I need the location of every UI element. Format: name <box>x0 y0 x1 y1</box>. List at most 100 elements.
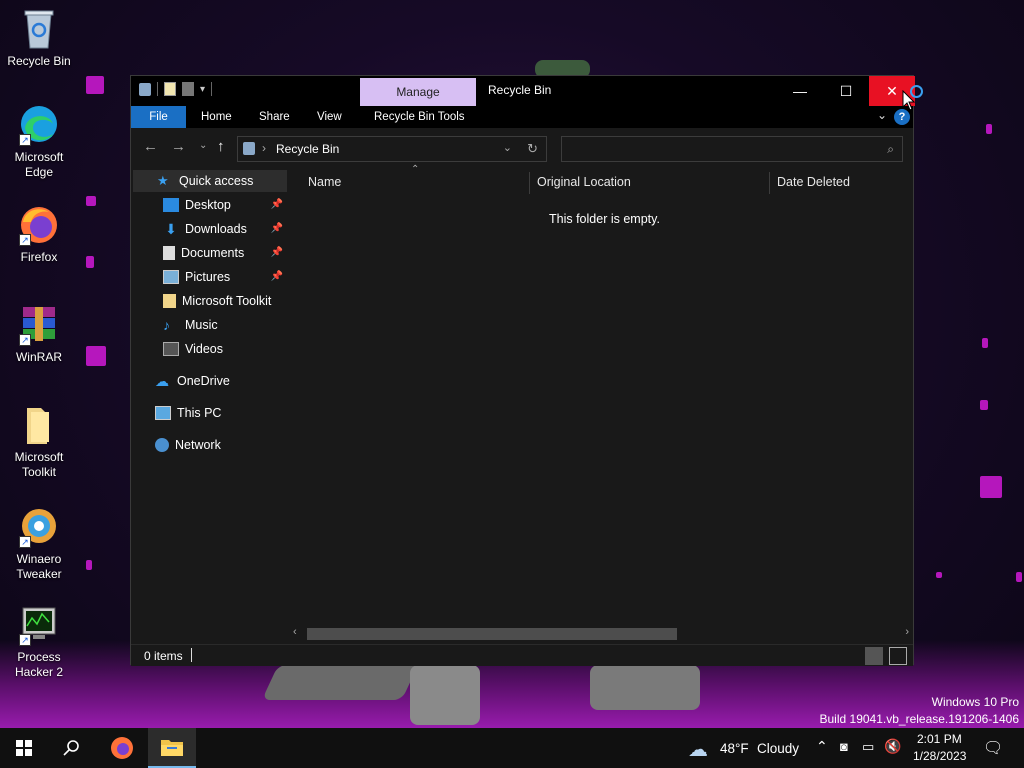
nav-label: Microsoft Toolkit <box>182 294 272 308</box>
manage-tab[interactable]: Manage <box>360 78 476 106</box>
start-button[interactable] <box>0 728 48 768</box>
pictures-icon <box>163 270 179 284</box>
clock-time[interactable]: 2:01 PM <box>917 732 962 746</box>
minimize-button[interactable]: — <box>777 76 823 106</box>
desktop-icon-label: Microsoft <box>14 450 64 464</box>
tab-file[interactable]: File <box>131 106 186 128</box>
show-hidden-icons-chevron-icon[interactable]: ⌃ <box>816 738 828 755</box>
clock-date[interactable]: 1/28/2023 <box>913 749 966 763</box>
taskbar-firefox[interactable] <box>98 728 146 768</box>
status-divider <box>191 648 192 662</box>
scroll-left-icon[interactable]: ‹ <box>293 626 297 638</box>
desktop-icon-microsoft-toolkit[interactable]: Microsoft Toolkit <box>4 404 74 480</box>
recycle-bin-mini-icon <box>243 142 255 155</box>
tab-share[interactable]: Share <box>251 106 298 128</box>
nav-network[interactable]: Network <box>133 434 287 456</box>
wallpaper-dot <box>86 256 94 268</box>
scroll-right-icon[interactable]: › <box>905 626 909 638</box>
recent-locations-chevron-icon[interactable]: ⌄ <box>199 140 207 151</box>
column-divider[interactable] <box>529 172 530 194</box>
column-divider[interactable] <box>769 172 770 194</box>
shortcut-arrow-icon: ↗ <box>19 234 31 246</box>
breadcrumb-chevron-icon[interactable]: › <box>262 141 266 155</box>
nav-quick-access[interactable]: ★ Quick access <box>133 170 287 192</box>
documents-icon <box>163 246 175 260</box>
details-view-icon[interactable] <box>865 647 883 665</box>
weather-cloud-icon[interactable]: ☁ <box>688 737 708 762</box>
nav-onedrive[interactable]: ☁ OneDrive <box>133 370 287 392</box>
nav-this-pc[interactable]: This PC <box>133 402 287 424</box>
search-button[interactable] <box>48 728 96 768</box>
wallpaper-robot-foot <box>261 665 419 700</box>
breadcrumb[interactable]: Recycle Bin <box>276 142 339 156</box>
desktop-icon-recycle-bin[interactable]: Recycle Bin <box>4 8 74 69</box>
nav-label: Downloads <box>185 222 247 236</box>
winrar-icon: ↗ <box>19 304 59 346</box>
search-box[interactable]: ⌕ <box>561 136 903 162</box>
expand-ribbon-icon[interactable]: ⌄ <box>877 108 887 122</box>
file-list[interactable]: Name ⌃ Original Location Date Deleted Th… <box>289 164 913 626</box>
customize-toolbar-icon[interactable]: ▾ <box>200 84 205 95</box>
wallpaper-dot <box>1016 572 1022 582</box>
desktop-icon-label: Microsoft <box>14 150 64 164</box>
search-icon: ⌕ <box>887 142 894 156</box>
item-count: 0 items <box>144 649 183 663</box>
search-input[interactable] <box>562 137 902 161</box>
refresh-icon[interactable]: ↻ <box>527 141 538 157</box>
desktop-icon-edge[interactable]: ↗ Microsoft Edge <box>4 104 74 180</box>
notification-center-icon[interactable]: 🗨 <box>983 738 1003 758</box>
address-field[interactable]: › Recycle Bin ⌄ ↻ <box>237 136 547 162</box>
weather-temperature[interactable]: 48°F <box>720 741 749 756</box>
nav-label: Desktop <box>185 198 231 212</box>
tab-recycle-bin-tools[interactable]: Recycle Bin Tools <box>366 106 473 128</box>
tab-view[interactable]: View <box>309 106 350 128</box>
desktop-icon-label: Winaero <box>16 552 62 566</box>
weather-condition[interactable]: Cloudy <box>757 741 799 756</box>
address-dropdown-icon[interactable]: ⌄ <box>503 141 512 154</box>
horizontal-scrollbar[interactable]: ‹ › <box>289 626 913 642</box>
wallpaper-dot <box>86 196 96 206</box>
volume-muted-icon[interactable]: 🔇 <box>884 738 901 755</box>
column-header-original-location[interactable]: Original Location <box>537 170 631 194</box>
new-folder-icon[interactable] <box>182 82 194 96</box>
network-status-icon[interactable]: ▭ <box>862 739 874 755</box>
scrollbar-thumb[interactable] <box>307 628 677 640</box>
folder-icon <box>163 294 176 308</box>
properties-icon[interactable] <box>164 82 176 96</box>
meet-now-icon[interactable]: ◙ <box>840 739 848 754</box>
nav-microsoft-toolkit[interactable]: Microsoft Toolkit <box>133 290 287 312</box>
up-arrow-icon[interactable]: ↑ <box>217 138 225 155</box>
taskbar-file-explorer[interactable] <box>148 728 196 768</box>
ribbon-tabs: File Home Share View Recycle Bin Tools ⌄… <box>131 106 913 128</box>
maximize-button[interactable]: ☐ <box>823 76 869 106</box>
nav-music[interactable]: ♪ Music <box>133 314 287 336</box>
nav-documents[interactable]: Documents 📌 <box>133 242 287 264</box>
wallpaper-dot <box>986 124 992 134</box>
pin-icon: 📌 <box>270 199 283 210</box>
column-header-date-deleted[interactable]: Date Deleted <box>777 170 850 194</box>
desktop-icon-process-hacker[interactable]: ↗ Process Hacker 2 <box>4 604 74 680</box>
busy-ring-icon <box>910 85 923 98</box>
desktop-icon-winrar[interactable]: ↗ WinRAR <box>4 304 74 365</box>
desktop-icon-winaero-tweaker[interactable]: ↗ Winaero Tweaker <box>4 506 74 582</box>
desktop-icon-firefox[interactable]: ↗ Firefox <box>4 204 74 265</box>
back-arrow-icon[interactable]: ← <box>143 138 158 155</box>
forward-arrow-icon[interactable]: → <box>171 138 186 155</box>
nav-videos[interactable]: Videos <box>133 338 287 360</box>
nav-desktop[interactable]: Desktop 📌 <box>133 194 287 216</box>
title-bar[interactable]: ▾ Manage Recycle Bin — ☐ ✕ <box>131 76 915 106</box>
nav-downloads[interactable]: ⬇ Downloads 📌 <box>133 218 287 240</box>
wallpaper-robot-foot <box>410 665 480 725</box>
column-header-name[interactable]: Name <box>308 170 341 194</box>
sort-caret-icon: ⌃ <box>411 164 420 175</box>
large-icons-view-icon[interactable] <box>889 647 907 665</box>
quick-access-toolbar: ▾ <box>139 82 213 96</box>
shortcut-arrow-icon: ↗ <box>19 536 31 548</box>
cloud-icon: ☁ <box>155 373 169 389</box>
shortcut-arrow-icon: ↗ <box>19 334 31 346</box>
nav-label: Pictures <box>185 270 231 284</box>
shortcut-arrow-icon: ↗ <box>19 634 31 646</box>
wallpaper-dot <box>980 400 988 410</box>
tab-home[interactable]: Home <box>193 106 240 128</box>
nav-pictures[interactable]: Pictures 📌 <box>133 266 287 288</box>
